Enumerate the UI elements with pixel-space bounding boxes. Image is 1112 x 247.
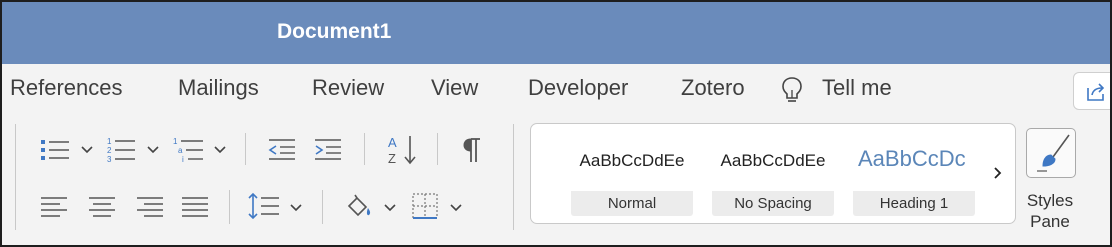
style-label: Heading 1 [853,191,975,216]
ribbon-home-panel: 1 2 3 1 a i A Z AaBbCcDdEe Normal AaBbCc… [2,116,1110,245]
decrease-indent-icon[interactable] [268,137,296,161]
style-sample: AaBbCcDdEe [579,151,685,170]
tab-review[interactable]: Review [312,75,384,101]
tab-developer[interactable]: Developer [528,75,628,101]
style-heading-1[interactable]: AaBbCcDc Heading 1 [853,134,975,216]
center-icon[interactable] [88,196,116,218]
group-divider [15,124,16,230]
title-bar: Document1 [2,2,1110,64]
styles-pane-line2: Pane [1030,212,1070,231]
styles-gallery: AaBbCcDdEe Normal AaBbCcDdEe No Spacing … [530,123,1016,224]
shading-dropdown-chevron-icon[interactable] [384,204,396,212]
group-divider [322,190,323,224]
document-title: Document1 [277,20,392,43]
group-divider [437,133,438,165]
sort-icon[interactable]: A Z [386,134,420,166]
multilevel-dropdown-chevron-icon[interactable] [214,146,226,154]
line-spacing-dropdown-chevron-icon[interactable] [290,204,302,212]
tab-references[interactable]: References [10,75,123,101]
line-spacing-icon[interactable] [248,192,280,220]
justify-icon[interactable] [181,196,209,218]
svg-text:Z: Z [388,151,396,166]
word-window: Document1 References Mailings Review Vie… [0,0,1112,247]
share-button[interactable] [1073,72,1110,110]
borders-dropdown-chevron-icon[interactable] [450,204,462,212]
borders-icon[interactable] [411,192,439,220]
styles-pane-label[interactable]: Styles Pane [1014,190,1086,232]
svg-text:3: 3 [107,155,112,164]
svg-text:1: 1 [107,137,112,146]
styles-pane-button[interactable] [1026,128,1076,178]
align-left-icon[interactable] [40,196,68,218]
style-normal[interactable]: AaBbCcDdEe Normal [571,134,693,216]
style-label: Normal [571,191,693,216]
tab-zotero[interactable]: Zotero [681,75,745,101]
share-icon [1087,83,1105,101]
svg-text:i: i [182,155,184,164]
numbering-icon[interactable]: 1 2 3 [106,136,136,164]
tab-view[interactable]: View [431,75,478,101]
chevron-right-icon[interactable] [993,166,1003,180]
ribbon-tabs: References Mailings Review View Develope… [2,64,1110,116]
svg-text:2: 2 [107,146,112,155]
shading-icon[interactable] [345,194,375,218]
numbering-dropdown-chevron-icon[interactable] [147,146,159,154]
svg-text:1: 1 [173,137,178,146]
group-divider [245,133,246,165]
style-label: No Spacing [712,191,834,216]
style-no-spacing[interactable]: AaBbCcDdEe No Spacing [712,134,834,216]
tell-me-search[interactable]: Tell me [822,75,892,101]
bullets-dropdown-chevron-icon[interactable] [81,146,93,154]
paintbrush-icon [1037,134,1070,172]
group-divider [364,133,365,165]
style-sample: AaBbCcDdEe [720,151,826,170]
align-right-icon[interactable] [136,196,164,218]
multilevel-list-icon[interactable]: 1 a i [172,136,204,164]
show-formatting-marks-icon[interactable] [462,136,482,164]
bullets-icon[interactable] [40,138,70,162]
style-sample: AaBbCcDc [858,146,966,171]
svg-text:A: A [388,135,397,150]
increase-indent-icon[interactable] [314,137,342,161]
svg-text:a: a [178,146,183,155]
tab-mailings[interactable]: Mailings [178,75,259,101]
group-divider [229,190,230,224]
styles-pane-line1: Styles [1026,191,1074,210]
lightbulb-icon [782,77,802,102]
group-divider [513,124,514,230]
